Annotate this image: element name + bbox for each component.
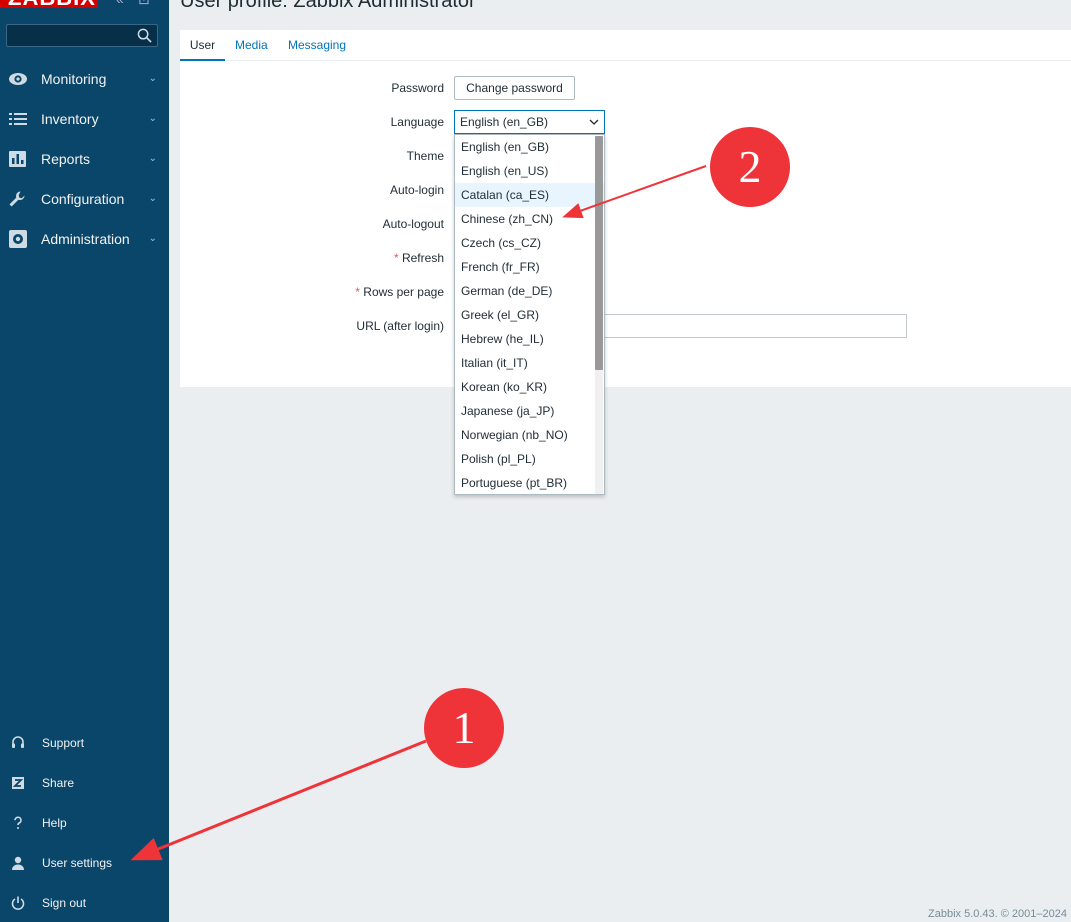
bar-chart-icon	[9, 151, 26, 167]
scrollbar-thumb[interactable]	[595, 136, 603, 370]
language-option[interactable]: Catalan (ca_ES)	[455, 183, 604, 207]
wrench-icon	[9, 191, 25, 207]
tab-messaging[interactable]: Messaging	[288, 30, 346, 61]
user-icon	[12, 856, 24, 870]
menu-label: Support	[42, 736, 85, 750]
language-option[interactable]: Chinese (zh_CN)	[455, 207, 604, 231]
password-label: Password	[391, 81, 444, 95]
language-option[interactable]: Japanese (ja_JP)	[455, 399, 604, 423]
dropdown-scrollbar[interactable]	[595, 136, 603, 494]
language-option[interactable]: Hebrew (he_IL)	[455, 327, 604, 351]
refresh-label-text: Refresh	[401, 251, 444, 265]
language-option[interactable]: Greek (el_GR)	[455, 303, 604, 327]
chevron-down-icon: ⌄	[148, 193, 157, 204]
menu-label: Help	[42, 816, 67, 830]
zabbix-logo[interactable]: ZABBIX	[0, 0, 98, 8]
menu-item-share[interactable]: Share	[0, 763, 169, 803]
bottom-menu: Support Share Help User settings Sign ou…	[0, 723, 169, 922]
annotation-badge-2: 2	[710, 127, 790, 207]
language-dropdown-list[interactable]: English (en_GB) English (en_US) Catalan (c…	[454, 134, 605, 495]
language-select[interactable]: English (en_GB)	[454, 110, 605, 134]
menu-label: Administration	[41, 231, 130, 247]
menu-label: Reports	[41, 151, 91, 167]
url-after-login-input[interactable]	[604, 314, 907, 338]
tab-user[interactable]: User	[180, 30, 225, 61]
question-icon	[14, 816, 22, 829]
chevron-down-icon: ⌄	[148, 233, 157, 244]
sidebar: ZABBIX « ⊡ Monitoring ⌄ Inventory ⌄	[0, 0, 169, 922]
footer-version: Zabbix 5.0.43. © 2001–2024	[928, 908, 1067, 920]
required-mark: *	[393, 251, 399, 265]
menu-item-inventory[interactable]: Inventory ⌄	[0, 99, 169, 139]
language-option[interactable]: Portuguese (pt_BR)	[455, 471, 604, 494]
language-option[interactable]: Polish (pl_PL)	[455, 447, 604, 471]
refresh-label: * Refresh	[394, 251, 444, 265]
kiosk-mode-button[interactable]: ⊡	[138, 0, 150, 8]
power-icon	[11, 896, 25, 910]
autologout-label: Auto-logout	[382, 217, 444, 231]
menu-label: Sign out	[42, 896, 87, 910]
menu-label: Configuration	[41, 191, 125, 207]
menu-item-user-settings[interactable]: User settings	[0, 843, 169, 883]
language-option[interactable]: Norwegian (nb_NO)	[455, 423, 604, 447]
menu-label: User settings	[42, 856, 113, 870]
page-title: User profile: Zabbix Administrator	[180, 0, 476, 12]
menu-label: Monitoring	[41, 71, 107, 87]
tab-media[interactable]: Media	[235, 30, 268, 61]
menu-item-administration[interactable]: Administration ⌄	[0, 219, 169, 259]
rows-per-page-label-text: Rows per page	[363, 285, 444, 299]
url-label: URL (after login)	[356, 319, 444, 333]
language-option[interactable]: English (en_GB)	[455, 135, 604, 159]
annotation-badge-1: 1	[424, 688, 504, 768]
language-option[interactable]: German (de_DE)	[455, 279, 604, 303]
rows-per-page-label: * Rows per page	[355, 285, 444, 299]
tab-bar: User Media Messaging	[180, 30, 1071, 61]
menu-label: Share	[42, 776, 75, 790]
menu-label: Inventory	[41, 111, 99, 127]
main-menu: Monitoring ⌄ Inventory ⌄ Reports ⌄ Confi…	[0, 59, 169, 259]
chevron-down-icon: ⌄	[148, 73, 157, 84]
language-option[interactable]: French (fr_FR)	[455, 255, 604, 279]
menu-item-support[interactable]: Support	[0, 723, 169, 763]
chevron-down-icon: ⌄	[148, 153, 157, 164]
form-panel	[180, 61, 1071, 387]
language-option[interactable]: Korean (ko_KR)	[455, 375, 604, 399]
search-icon[interactable]	[137, 28, 152, 43]
language-option[interactable]: Italian (it_IT)	[455, 351, 604, 375]
search-input[interactable]	[6, 24, 158, 47]
menu-item-configuration[interactable]: Configuration ⌄	[0, 179, 169, 219]
annotation-arrow-1	[130, 739, 427, 861]
list-icon	[9, 113, 27, 125]
language-select-value: English (en_GB)	[460, 115, 549, 129]
share-z-icon	[12, 777, 24, 789]
required-mark: *	[355, 285, 360, 299]
eye-icon	[9, 73, 27, 85]
autologin-label: Auto-login	[389, 183, 444, 197]
menu-item-reports[interactable]: Reports ⌄	[0, 139, 169, 179]
chevron-down-icon: ⌄	[148, 113, 157, 124]
menu-item-monitoring[interactable]: Monitoring ⌄	[0, 59, 169, 99]
collapse-sidebar-button[interactable]: «	[116, 0, 124, 7]
menu-item-help[interactable]: Help	[0, 803, 169, 843]
language-label: Language	[390, 115, 444, 129]
menu-item-sign-out[interactable]: Sign out	[0, 883, 169, 922]
change-password-button[interactable]: Change password	[454, 76, 575, 100]
chevron-down-icon	[589, 119, 599, 125]
language-option[interactable]: Czech (cs_CZ)	[455, 231, 604, 255]
theme-label: Theme	[406, 149, 444, 163]
gear-icon	[9, 230, 27, 248]
headset-icon	[12, 736, 24, 748]
language-option[interactable]: English (en_US)	[455, 159, 604, 183]
